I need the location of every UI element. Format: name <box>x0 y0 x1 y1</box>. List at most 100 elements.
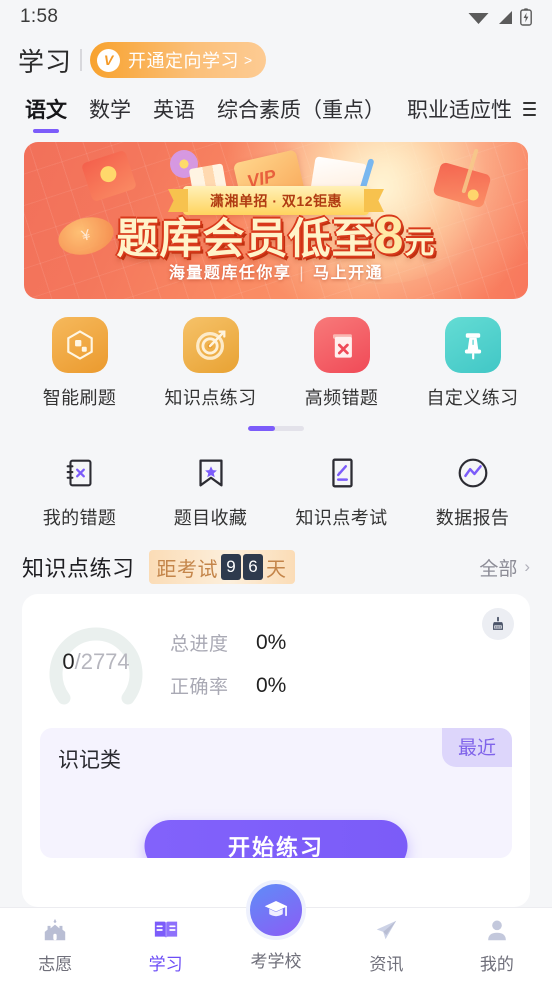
quick-entry-my-mistakes[interactable]: 我的错题 <box>14 453 145 530</box>
progress-card-container: 0/2774 总进度 0% 正确率 0% 最近 识记类 开始练习 <box>0 584 552 907</box>
tab-comprehensive[interactable]: 综合素质（重点） <box>206 94 396 124</box>
stat-label: 总进度 <box>170 634 229 655</box>
book-x-icon <box>313 317 370 373</box>
tab-english[interactable]: 英语 <box>142 94 206 124</box>
view-all-button[interactable]: 全部 <box>479 554 517 581</box>
chevron-right-icon: > <box>244 52 253 68</box>
target-icon <box>182 317 239 373</box>
banner-price-unit: 元 <box>404 227 436 260</box>
section-header: 知识点练习 距考试 9 6 天 全部 › <box>0 530 552 584</box>
progress-total: 2774 <box>80 649 130 674</box>
banner-container: VIP 潇湘单招 · 双12钜惠 题库会员低至8元 海量题库任你享|马上开通 <box>0 132 552 299</box>
nav-label-exam-school: 考学校 <box>250 952 302 971</box>
nav-item-exam-school[interactable] <box>246 880 306 940</box>
quick-entry-frequent-mistakes[interactable]: 高频错题 <box>276 317 407 410</box>
progress-stats: 总进度 0% 正确率 0% <box>170 625 286 699</box>
vip-badge-label: 开通定向学习 <box>128 51 240 71</box>
promo-banner[interactable]: VIP 潇湘单招 · 双12钜惠 题库会员低至8元 海量题库任你享|马上开通 <box>24 142 528 299</box>
nav-item-profile[interactable]: 我的 <box>442 916 552 975</box>
recent-practice-card[interactable]: 最近 识记类 开始练习 <box>40 728 512 858</box>
nav-item-volunteer[interactable]: 志愿 <box>0 916 110 975</box>
nav-item-news[interactable]: 资讯 <box>331 916 441 975</box>
banner-ribbon-text: 潇湘单招 · 双12钜惠 <box>209 192 342 209</box>
bottom-nav: 志愿 学习 — 资讯 <box>0 880 552 983</box>
countdown-prefix: 距考试 <box>156 558 219 581</box>
countdown-digit: 9 <box>221 554 242 580</box>
quick-entry-grid-row2: 我的错题 题目收藏 知识点考试 数据报告 <box>0 431 552 530</box>
banner-headline: 题库会员低至8元 <box>24 210 528 262</box>
quick-entry-label: 知识点考试 <box>295 508 388 528</box>
quick-entry-favorites[interactable]: 题目收藏 <box>145 453 276 530</box>
quick-entry-grid-row1: 智能刷题 知识点练习 高频错题 自定义练习 <box>0 299 552 410</box>
cube-icon <box>51 317 108 373</box>
banner-sub-divider: | <box>299 265 306 282</box>
castle-icon <box>40 916 70 944</box>
tab-vocational[interactable]: 职业适应性 <box>396 94 523 124</box>
page-title: 学习 <box>18 46 73 77</box>
hamburger-icon[interactable] <box>523 102 536 116</box>
quick-entry-label: 自定义练习 <box>426 388 519 408</box>
quick-entry-label: 我的错题 <box>42 508 117 528</box>
banner-sub-right: 马上开通 <box>313 265 384 282</box>
nav-label: 我的 <box>479 955 514 974</box>
broom-icon <box>492 616 504 630</box>
banner-subline: 海量题库任你享 | 马上开通 <box>24 259 528 283</box>
progress-done: 0 <box>62 649 75 674</box>
quick-entry-label: 知识点练习 <box>164 388 257 408</box>
section-title: 知识点练习 <box>22 556 135 581</box>
nav-label: 资讯 <box>369 955 404 974</box>
chevron-right-icon: › <box>524 557 530 576</box>
banner-sub-left: 海量题库任你享 <box>168 265 292 282</box>
quick-entry-label: 数据报告 <box>435 508 510 528</box>
status-icons <box>468 8 532 26</box>
exam-countdown-badge: 距考试 9 6 天 <box>148 550 295 584</box>
chart-circle-icon <box>453 453 493 493</box>
nav-label: 志愿 <box>38 955 73 974</box>
countdown-digits: 9 6 <box>221 554 264 580</box>
status-bar: 1:58 <box>0 0 552 34</box>
progress-summary: 0/2774 总进度 0% 正确率 0% <box>40 610 512 714</box>
vip-mark-icon: V <box>97 48 121 72</box>
quick-entry-label: 高频错题 <box>304 388 379 408</box>
stat-row-total-progress: 总进度 0% <box>170 629 286 656</box>
countdown-digit: 6 <box>243 554 264 580</box>
quick-entry-data-report[interactable]: 数据报告 <box>407 453 538 530</box>
progress-ring-text: 0/2774 <box>62 649 129 675</box>
nav-label: 学习 <box>148 955 183 974</box>
practice-category-title: 识记类 <box>58 749 121 772</box>
tab-math[interactable]: 数学 <box>78 94 142 124</box>
quick-entry-label: 题目收藏 <box>173 508 248 528</box>
stat-value: 0% <box>256 630 287 654</box>
tab-chinese[interactable]: 语文 <box>14 94 78 124</box>
status-badge: 最近 <box>441 728 512 767</box>
quick-entry-knowledge-exam[interactable]: 知识点考试 <box>276 453 407 530</box>
clear-progress-button[interactable] <box>482 608 514 640</box>
nav-item-study[interactable]: 学习 <box>110 916 220 975</box>
header-divider <box>80 49 83 71</box>
app-header: 学习 V 开通定向学习 > <box>0 34 552 86</box>
quick-entry-label: 智能刷题 <box>42 388 117 408</box>
wifi-icon <box>468 12 489 24</box>
stat-row-accuracy: 正确率 0% <box>170 672 286 699</box>
open-directed-study-button[interactable]: V 开通定向学习 > <box>90 42 267 78</box>
paper-plane-icon <box>371 916 401 944</box>
battery-charging-icon <box>520 8 532 26</box>
banner-price: 8 <box>374 207 405 265</box>
subject-tab-bar: 语文 数学 英语 综合素质（重点） 职业适应性 <box>0 86 552 132</box>
progress-card: 0/2774 总进度 0% 正确率 0% 最近 识记类 开始练习 <box>22 594 530 907</box>
signal-icon <box>499 10 512 24</box>
start-practice-button[interactable]: 开始练习 <box>144 820 408 858</box>
status-time: 1:58 <box>20 6 59 27</box>
quick-entry-smart-practice[interactable]: 智能刷题 <box>14 317 145 410</box>
app-screen: 1:58 学习 V 开通定向学习 > 语文 数学 英语 综合素质（重点） 职业适… <box>0 0 552 983</box>
quick-entry-knowledge-practice[interactable]: 知识点练习 <box>145 317 276 410</box>
banner-headline-text: 题库会员低至 <box>116 215 375 262</box>
book-open-icon <box>151 916 181 944</box>
stat-value: 0% <box>256 673 287 697</box>
notebook-x-icon <box>60 453 100 493</box>
graduation-cap-icon <box>264 901 288 917</box>
quick-entry-custom-practice[interactable]: 自定义练习 <box>407 317 538 410</box>
paper-pen-icon <box>322 453 362 493</box>
bookmark-star-icon <box>191 453 231 493</box>
progress-ring: 0/2774 <box>40 610 152 714</box>
